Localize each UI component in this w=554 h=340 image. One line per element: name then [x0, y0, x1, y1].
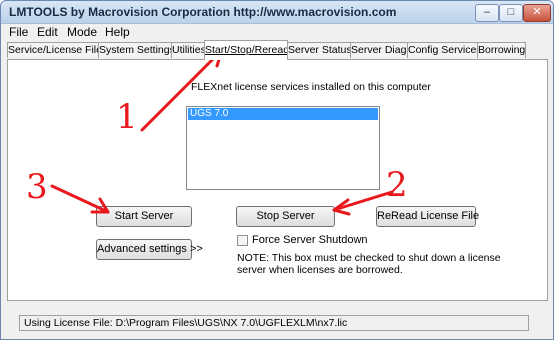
service-item[interactable]: UGS 7.0 [188, 108, 378, 120]
tab-system-settings[interactable]: System Settings [98, 42, 172, 58]
force-shutdown-label[interactable]: Force Server Shutdown [252, 234, 368, 246]
start-server-button[interactable]: Start Server [96, 206, 192, 227]
menu-edit[interactable]: Edit [37, 25, 58, 39]
close-icon: ✕ [532, 6, 542, 18]
force-shutdown-checkbox[interactable] [237, 235, 248, 246]
maximize-icon: □ [507, 6, 515, 18]
tab-borrowing[interactable]: Borrowing [477, 42, 526, 58]
reread-license-file-button[interactable]: ReRead License File [376, 206, 479, 227]
menu-file[interactable]: File [9, 25, 28, 39]
title-bar[interactable]: LMTOOLS by Macrovision Corporation http:… [1, 1, 553, 24]
tab-config-services[interactable]: Config Services [407, 42, 478, 58]
status-bar: Using License File: D:\Program Files\UGS… [19, 315, 529, 331]
stop-server-button[interactable]: Stop Server [236, 206, 335, 227]
menu-help[interactable]: Help [105, 25, 130, 39]
shutdown-note: NOTE: This box must be checked to shut d… [237, 252, 501, 276]
advanced-settings-button[interactable]: Advanced settings >> [96, 239, 203, 260]
close-button[interactable]: ✕ [523, 4, 551, 22]
maximize-button[interactable]: □ [499, 4, 523, 22]
minimize-icon: – [483, 6, 491, 18]
tab-utilities[interactable]: Utilities [171, 42, 205, 58]
tab-server-status[interactable]: Server Status [287, 42, 351, 58]
minimize-button[interactable]: – [475, 4, 499, 22]
tab-server-diags[interactable]: Server Diags [350, 42, 408, 58]
menu-bar: File Edit Mode Help [1, 24, 553, 40]
tab-start-stop-reread[interactable]: Start/Stop/Reread [204, 40, 288, 60]
license-file-status: Using License File: D:\Program Files\UGS… [24, 317, 348, 329]
tab-service-license-file[interactable]: Service/License File [7, 42, 99, 58]
services-list[interactable]: UGS 7.0 [186, 106, 380, 190]
tab-strip: Service/License File System Settings Uti… [7, 40, 549, 60]
lmtools-window: LMTOOLS by Macrovision Corporation http:… [0, 0, 554, 340]
window-title: LMTOOLS by Macrovision Corporation http:… [9, 5, 397, 19]
services-list-label: FLEXnet license services installed on th… [191, 81, 431, 93]
menu-mode[interactable]: Mode [67, 25, 97, 39]
